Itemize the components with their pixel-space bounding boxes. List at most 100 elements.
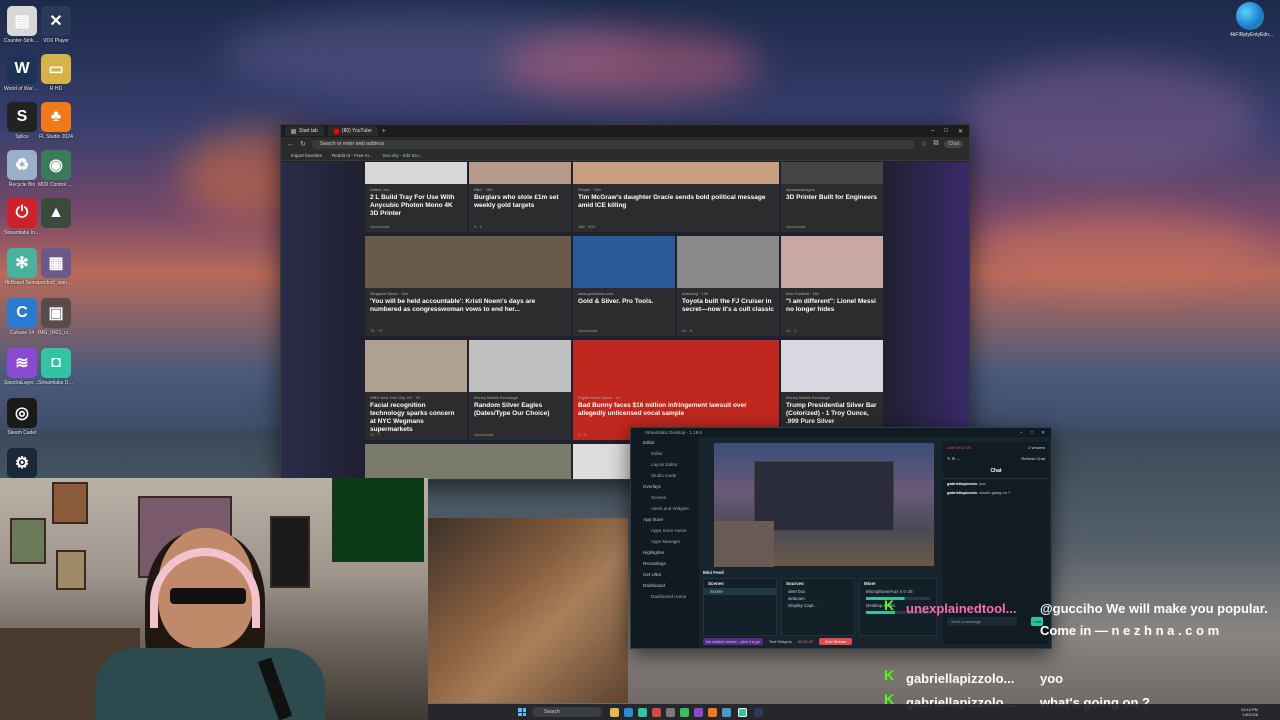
news-title[interactable]: 2 L Build Tray For Use With Anycubic Pho…	[370, 194, 462, 218]
tab-start[interactable]: Start tab	[285, 126, 324, 136]
news-title[interactable]: Gold & Silver. Pro Tools.	[578, 298, 670, 306]
streamlabs-nav-item[interactable]: Apps Store Home	[631, 525, 699, 536]
desktop-shortcut[interactable]: ♻ Recycle Bin	[4, 150, 40, 188]
close-icon[interactable]: ✕	[958, 128, 963, 135]
desktop-shortcut[interactable]: ◘ Streamlabs Desktop	[38, 348, 74, 386]
star-icon[interactable]: ☆	[921, 140, 927, 148]
news-title[interactable]: Tim McGraw's daughter Gracie sends bold …	[578, 194, 774, 210]
news-title[interactable]: Bad Bunny faces $16 million infringement…	[578, 402, 774, 418]
start-button[interactable]	[518, 708, 526, 716]
back-icon[interactable]: ←	[287, 141, 294, 148]
source-item[interactable]: webcam	[782, 595, 854, 602]
news-title[interactable]: Toyota built the FJ Cruiser in secret—no…	[682, 298, 774, 314]
minimize-icon[interactable]: –	[931, 128, 934, 135]
maximize-icon[interactable]: □	[944, 128, 948, 135]
scene-item[interactable]: Scene	[704, 588, 776, 595]
app-taskbar-icon[interactable]	[638, 707, 647, 717]
desktop-edge-shortcut[interactable]: 4kFIRptyEntyEdn...	[1230, 2, 1273, 38]
desktop-shortcut[interactable]: ♣ FL Studio 2024	[38, 102, 74, 140]
desktop-shortcut[interactable]: ▭ R HD	[38, 54, 74, 92]
news-card[interactable]: Money Metals Exchange Random Silver Eagle…	[469, 340, 571, 440]
news-card[interactable]: People · 10h Tim McGraw's daughter Gracie…	[573, 162, 779, 232]
streamlabs-nav-item[interactable]: Dashboard Home	[631, 591, 699, 602]
news-source: Kick Football · 16h	[786, 291, 820, 296]
refresh-icon[interactable]: ↻	[300, 140, 306, 148]
streamlabs-nav-item[interactable]: Editor	[631, 437, 699, 448]
maximize-icon[interactable]: □	[1031, 428, 1034, 437]
streamlabs-taskbar-icon[interactable]	[738, 707, 747, 717]
app-taskbar-icon[interactable]	[722, 707, 731, 717]
news-title[interactable]: 3D Printer Built for Engineers	[786, 194, 878, 202]
system-clock[interactable]: 10:43 PM 1/8/2026	[1241, 707, 1258, 717]
news-title[interactable]: 'You will be held accountable': Kristi N…	[370, 298, 566, 314]
news-title[interactable]: Random Silver Eagles (Dates/Type Our Cho…	[474, 402, 566, 418]
favorite-security[interactable]: Security - Edit Bro...	[383, 153, 423, 158]
source-item[interactable]: Display Capt...	[782, 602, 854, 609]
desktop-shortcut[interactable]: ⚙	[4, 448, 40, 480]
news-card[interactable]: Dalles, Inc. 2 L Build Tray For Use With …	[365, 162, 467, 232]
url-input[interactable]: Search or enter web address	[311, 139, 916, 149]
app-taskbar-icon[interactable]	[694, 707, 703, 717]
news-card[interactable]: ...ent where audience is the animal	[365, 444, 571, 479]
favorite-import[interactable]: Import favorites	[291, 153, 322, 158]
news-card[interactable]: Slingshot News · 14h 'You will be held ac…	[365, 236, 571, 336]
desktop-shortcut[interactable]: ▤ Counter-Strike 2	[4, 6, 40, 44]
app-taskbar-icon[interactable]	[754, 707, 763, 717]
minimize-icon[interactable]: –	[1020, 428, 1023, 437]
refresh-chat-button[interactable]: Refresh Chat	[1021, 456, 1045, 461]
streamlabs-nav-item[interactable]: Layout Editor	[631, 459, 699, 470]
streamlabs-nav-item[interactable]: Studio mode	[631, 470, 699, 481]
news-card[interactable]: dynamicdesigns 3D Printer Built for Engin…	[781, 162, 883, 232]
streamlabs-nav-item[interactable]: Apps Manager	[631, 536, 699, 547]
end-stream-button[interactable]: End Stream	[819, 638, 853, 645]
desktop-shortcut[interactable]: ≋ SpectraLayers 11	[4, 348, 40, 386]
app-taskbar-icon[interactable]	[680, 707, 689, 717]
desktop-shortcut[interactable]: ▦ product_stand_ad...	[38, 248, 74, 286]
news-card[interactable]: Money Metals Exchange Trump Presidential …	[781, 340, 883, 440]
streamlabs-nav-item[interactable]: Scenes	[631, 492, 699, 503]
edge-taskbar-icon[interactable]	[624, 707, 633, 717]
desktop-shortcut[interactable]: ▲	[38, 198, 74, 230]
desktop-shortcut[interactable]: ◎ Steam Cadet	[4, 398, 40, 436]
news-title[interactable]: Facial recognition technology sparks con…	[370, 402, 462, 434]
desktop-shortcut[interactable]: W World of Warcraft	[4, 54, 40, 92]
streamlabs-nav-item[interactable]: Recordings	[631, 558, 699, 569]
news-card[interactable]: Digital Music News · 1h Bad Bunny faces $…	[573, 340, 779, 440]
news-title[interactable]: Trump Presidential Silver Bar (Colorized…	[786, 402, 878, 426]
streamlabs-nav-item[interactable]: Editor	[631, 448, 699, 459]
news-card[interactable]: Kick Football · 16h "I am different": Lio…	[781, 236, 883, 336]
desktop-shortcut[interactable]: ✻ HitBoard Series	[4, 248, 40, 286]
streamlabs-nav-item[interactable]: Highlighter	[631, 547, 699, 558]
news-card[interactable]: Autoblog · 13h Toyota built the FJ Cruise…	[677, 236, 779, 336]
desktop-shortcut[interactable]: ✕ VDX Player	[38, 6, 74, 44]
favorite-reddit[interactable]: Reddit AI - Free AI...	[332, 153, 373, 158]
streamlabs-nav-item[interactable]: Alerts and Widgets	[631, 503, 699, 514]
news-card[interactable]: www.goldsilver.com Gold & Silver. Pro Too…	[573, 236, 675, 336]
streamlabs-nav-item[interactable]: Dashboard	[631, 580, 699, 591]
tab-youtube[interactable]: (80) YouTube	[327, 126, 378, 136]
chat-tools[interactable]: ✎ ⚙ ↔	[947, 456, 960, 461]
news-card[interactable]: WBS New York City, NY · 2h Facial recogni…	[365, 340, 467, 440]
test-widgets-button[interactable]: Test Widgets	[769, 639, 792, 644]
new-tab-button[interactable]: +	[382, 128, 386, 135]
file-explorer-icon[interactable]	[610, 707, 619, 717]
news-title[interactable]: Burglars who stole £1m set weekly gold t…	[474, 194, 566, 210]
close-icon[interactable]: ✕	[1041, 428, 1045, 437]
app-taskbar-icon[interactable]	[652, 707, 661, 717]
profile-button[interactable]: Chat	[944, 140, 963, 148]
streamlabs-nav-item[interactable]: Overlays	[631, 481, 699, 492]
desktop-shortcut[interactable]: ⏻ Streamlabs Intel	[4, 198, 40, 236]
source-item[interactable]: alert box	[782, 588, 854, 595]
streamlabs-nav-item[interactable]: App Store	[631, 514, 699, 525]
desktop-shortcut[interactable]: S Splice	[4, 102, 40, 140]
app-taskbar-icon[interactable]	[708, 707, 717, 717]
app-taskbar-icon[interactable]	[666, 707, 675, 717]
desktop-shortcut[interactable]: C Cubase 14	[4, 298, 40, 336]
desktop-shortcut[interactable]: ▣ IMG_0421_crope...	[38, 298, 74, 336]
news-title[interactable]: "I am different": Lionel Messi no longer…	[786, 298, 878, 314]
extensions-icon[interactable]: ⧉	[933, 140, 938, 148]
news-card[interactable]: BBC · 10h Burglars who stole £1m set week…	[469, 162, 571, 232]
desktop-shortcut[interactable]: ◉ MIDI Control Center	[38, 150, 74, 188]
streamlabs-nav-item[interactable]: Get Ultra	[631, 569, 699, 580]
taskbar-search[interactable]: Search	[532, 707, 602, 717]
